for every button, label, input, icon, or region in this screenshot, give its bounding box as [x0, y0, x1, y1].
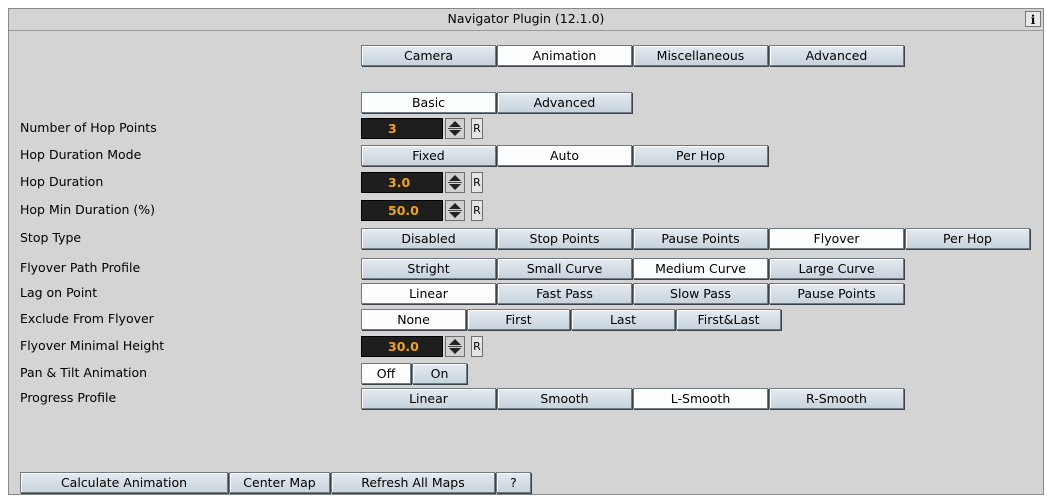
refresh-all-maps-button[interactable]: Refresh All Maps	[331, 472, 495, 493]
title-bar: Navigator Plugin (12.1.0) i	[9, 9, 1043, 31]
label-lag-on-point: Lag on Point	[20, 285, 98, 300]
spin-down-icon[interactable]	[449, 212, 461, 218]
hop-duration-reset-button[interactable]: R	[471, 172, 483, 193]
help-button[interactable]: ?	[496, 472, 531, 493]
path-large-curve-button[interactable]: Large Curve	[769, 258, 904, 279]
subtab-basic[interactable]: Basic	[361, 92, 496, 113]
spin-down-icon[interactable]	[449, 130, 461, 136]
pan-tilt-on-button[interactable]: On	[412, 363, 467, 384]
stop-type-per-hop-button[interactable]: Per Hop	[905, 228, 1030, 249]
center-map-button[interactable]: Center Map	[229, 472, 330, 493]
flyover-min-height-field[interactable]: 30.0	[361, 336, 443, 357]
spin-up-icon[interactable]	[449, 175, 461, 181]
tab-miscellaneous[interactable]: Miscellaneous	[633, 45, 768, 66]
hop-min-duration-field[interactable]: 50.0	[361, 200, 443, 221]
window-title: Navigator Plugin (12.1.0)	[447, 11, 605, 26]
hop-points-field[interactable]: 3	[361, 118, 443, 139]
exclude-first-last-button[interactable]: First&Last	[676, 309, 781, 330]
hop-points-spinner[interactable]	[445, 118, 465, 139]
exclude-none-button[interactable]: None	[361, 309, 466, 330]
spin-up-icon[interactable]	[449, 203, 461, 209]
label-stop-type: Stop Type	[20, 230, 82, 245]
label-pan-tilt: Pan & Tilt Animation	[20, 365, 148, 380]
label-hop-duration-mode: Hop Duration Mode	[20, 147, 142, 162]
label-hop-min-duration: Hop Min Duration (%)	[20, 202, 156, 217]
stop-type-disabled-button[interactable]: Disabled	[361, 228, 496, 249]
lag-pause-points-button[interactable]: Pause Points	[769, 283, 904, 304]
hop-min-duration-spinner[interactable]	[445, 200, 465, 221]
spin-up-icon[interactable]	[449, 339, 461, 345]
label-hop-points: Number of Hop Points	[20, 120, 157, 135]
exclude-last-button[interactable]: Last	[571, 309, 675, 330]
progress-r-smooth-button[interactable]: R-Smooth	[769, 388, 904, 409]
spin-up-icon[interactable]	[449, 121, 461, 127]
exclude-first-button[interactable]: First	[467, 309, 570, 330]
hop-points-reset-button[interactable]: R	[471, 118, 483, 139]
hop-min-duration-reset-button[interactable]: R	[471, 200, 483, 221]
hop-duration-field[interactable]: 3.0	[361, 172, 443, 193]
subtab-advanced[interactable]: Advanced	[497, 92, 632, 113]
progress-l-smooth-button[interactable]: L-Smooth	[633, 388, 768, 409]
hop-mode-per-hop-button[interactable]: Per Hop	[633, 145, 768, 166]
flyover-min-height-spinner[interactable]	[445, 336, 465, 357]
calculate-animation-button[interactable]: Calculate Animation	[20, 472, 228, 493]
tab-animation[interactable]: Animation	[497, 45, 632, 66]
tab-camera[interactable]: Camera	[361, 45, 496, 66]
lag-slow-pass-button[interactable]: Slow Pass	[633, 283, 768, 304]
stop-type-flyover-button[interactable]: Flyover	[769, 228, 904, 249]
spin-down-icon[interactable]	[449, 184, 461, 190]
navigator-plugin-panel: Navigator Plugin (12.1.0) i Camera Anima…	[8, 8, 1044, 495]
hop-duration-spinner[interactable]	[445, 172, 465, 193]
path-small-curve-button[interactable]: Small Curve	[497, 258, 632, 279]
flyover-min-height-reset-button[interactable]: R	[471, 336, 483, 357]
tab-advanced[interactable]: Advanced	[769, 45, 904, 66]
spin-down-icon[interactable]	[449, 348, 461, 354]
path-stright-button[interactable]: Stright	[361, 258, 496, 279]
label-flyover-min-height: Flyover Minimal Height	[20, 338, 165, 353]
hop-mode-auto-button[interactable]: Auto	[497, 145, 632, 166]
label-progress-profile: Progress Profile	[20, 390, 117, 405]
pan-tilt-off-button[interactable]: Off	[361, 363, 411, 384]
lag-fast-pass-button[interactable]: Fast Pass	[497, 283, 632, 304]
label-flyover-path-profile: Flyover Path Profile	[20, 260, 141, 275]
stop-type-pause-points-button[interactable]: Pause Points	[633, 228, 768, 249]
info-button[interactable]: i	[1025, 11, 1041, 27]
path-medium-curve-button[interactable]: Medium Curve	[633, 258, 768, 279]
label-hop-duration: Hop Duration	[20, 174, 104, 189]
lag-linear-button[interactable]: Linear	[361, 283, 496, 304]
progress-smooth-button[interactable]: Smooth	[497, 388, 632, 409]
label-exclude-from-flyover: Exclude From Flyover	[20, 311, 154, 326]
progress-linear-button[interactable]: Linear	[361, 388, 496, 409]
stop-type-stop-points-button[interactable]: Stop Points	[497, 228, 632, 249]
hop-mode-fixed-button[interactable]: Fixed	[361, 145, 496, 166]
